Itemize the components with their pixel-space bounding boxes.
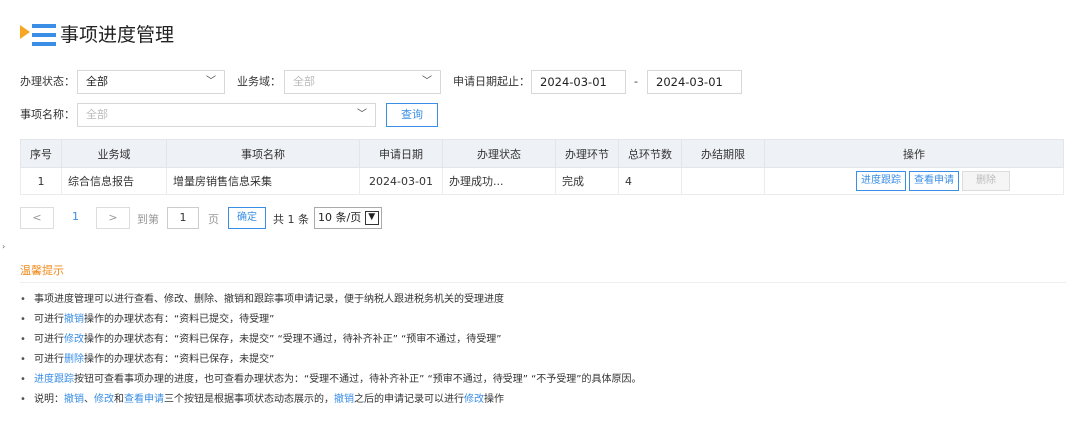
cell-domain: 综合信息报告 [61,167,167,195]
chevron-down-icon: ﹀ [422,76,432,87]
track-progress-button[interactable]: 进度跟踪 [856,171,906,191]
cell-total: 4 [618,167,682,195]
page-title: 事项进度管理 [60,24,175,46]
tip-text: 三个按钮是根据事项状态动态展示的， [164,394,334,405]
tip-item: 可进行删除操作的办理状态有：“资料已保存，未提交” [20,350,641,370]
confirm-page-button[interactable]: 确定 [228,207,266,229]
status-label: 办理状态： [20,75,75,88]
tip-text: 、 [84,394,94,405]
tip-keyword: 撤销 [64,314,84,325]
date-label: 申请日期起止： [453,75,530,88]
tip-item: 可进行撤销操作的办理状态有：“资料已提交，待受理” [20,310,641,330]
cell-no: 1 [20,167,62,195]
collapse-handle-icon[interactable]: › [2,242,5,251]
table-row: 1 综合信息报告 增量房销售信息采集 2024-03-01 办理成功... 完成… [20,167,1064,195]
tips-list: 事项进度管理可以进行查看、修改、删除、撤销和跟踪事项申请记录，便于纳税人跟进税务… [20,290,641,410]
col-header: 业务域 [61,139,167,168]
chevron-down-icon: ﹀ [357,109,367,120]
col-header: 办理环节 [555,139,619,168]
prev-page-button[interactable]: < [20,207,54,229]
domain-select[interactable]: 全部 ﹀ [284,70,441,94]
query-button[interactable]: 查询 [386,103,438,127]
chevron-down-icon: ﹀ [206,76,216,87]
chevron-down-icon: ▼ [364,211,379,225]
total-count: 共 1 条 [273,213,309,226]
cell-date: 2024-03-01 [359,167,443,195]
records-table: 序号 业务域 事项名称 申请日期 办理状态 办理环节 总环节数 办结期限 操作 … [20,139,1064,195]
name-label: 事项名称： [20,108,75,121]
tips-divider [20,282,1066,283]
col-header: 申请日期 [359,139,443,168]
date-start-input[interactable]: 2024-03-01 [531,70,626,94]
col-header: 办理状态 [442,139,556,168]
tip-text: 按钮可查看事项办理的进度，也可查看办理状态为：“受理不通过，待补齐补正” “预审… [74,374,642,385]
page-unit: 页 [208,213,219,226]
next-page-button[interactable]: > [96,207,130,229]
name-placeholder: 全部 [86,108,108,121]
tip-item: 说明：撤销、修改和查看申请三个按钮是根据事项状态动态展示的，撤销之后的申请记录可… [20,390,641,410]
tip-text: 操作 [484,394,504,405]
tip-keyword: 进度跟踪 [34,374,74,385]
tip-text: 和 [114,394,124,405]
domain-placeholder: 全部 [293,75,315,88]
tip-keyword: 删除 [64,354,84,365]
col-header: 操作 [764,139,1064,168]
col-header: 办结期限 [681,139,765,168]
table-header-row: 序号 业务域 事项名称 申请日期 办理状态 办理环节 总环节数 办结期限 操作 [20,139,1064,168]
tip-text: 事项进度管理可以进行查看、修改、删除、撤销和跟踪事项申请记录，便于纳税人跟进税务… [34,294,504,305]
tip-text: 可进行 [34,334,64,345]
tip-text: 操作的办理状态有：“资料已提交，待受理” [84,314,275,325]
cell-status: 办理成功... [442,167,556,195]
status-select[interactable]: 全部 ﹀ [77,70,225,94]
tip-text: 之后的申请记录可以进行 [354,394,464,405]
tips-title: 温馨提示 [20,264,64,277]
date-end-input[interactable]: 2024-03-01 [647,70,742,94]
tip-keyword: 查看申请 [124,394,164,405]
goto-label: 到第 [137,213,159,226]
tip-text: 可进行 [34,354,64,365]
col-header: 事项名称 [166,139,360,168]
cell-actions: 进度跟踪 查看申请 删除 [764,167,1064,195]
page-input[interactable]: 1 [167,207,199,229]
tip-text: 可进行 [34,314,64,325]
delete-button[interactable]: 删除 [962,171,1010,191]
tip-item: 进度跟踪按钮可查看事项办理的进度，也可查看办理状态为：“受理不通过，待补齐补正”… [20,370,641,390]
domain-label: 业务域： [237,75,281,88]
col-header: 序号 [20,139,62,168]
cell-step: 完成 [555,167,619,195]
current-page[interactable]: 1 [72,210,79,223]
tip-keyword: 撤销 [64,394,84,405]
page-size-value: 10 条/页 [318,211,362,224]
tip-keyword: 修改 [94,394,114,405]
tip-text: 操作的办理状态有：“资料已保存，未提交” “受理不通过，待补齐补正” “预审不通… [84,334,502,345]
col-header: 总环节数 [618,139,682,168]
tip-text: 操作的办理状态有：“资料已保存，未提交” [84,354,275,365]
cell-name: 增量房销售信息采集 [166,167,360,195]
status-value: 全部 [86,75,108,88]
tip-keyword: 修改 [64,334,84,345]
tip-item: 可进行修改操作的办理状态有：“资料已保存，未提交” “受理不通过，待补齐补正” … [20,330,641,350]
cell-deadline [681,167,765,195]
tip-keyword: 撤销 [334,394,354,405]
date-separator: - [634,75,638,88]
tip-text: 说明： [34,394,64,405]
tip-keyword: 修改 [464,394,484,405]
list-icon [20,24,56,46]
tip-item: 事项进度管理可以进行查看、修改、删除、撤销和跟踪事项申请记录，便于纳税人跟进税务… [20,290,641,310]
page-size-select[interactable]: 10 条/页 ▼ [314,207,382,229]
view-application-button[interactable]: 查看申请 [909,171,959,191]
name-select[interactable]: 全部 ﹀ [77,103,376,127]
